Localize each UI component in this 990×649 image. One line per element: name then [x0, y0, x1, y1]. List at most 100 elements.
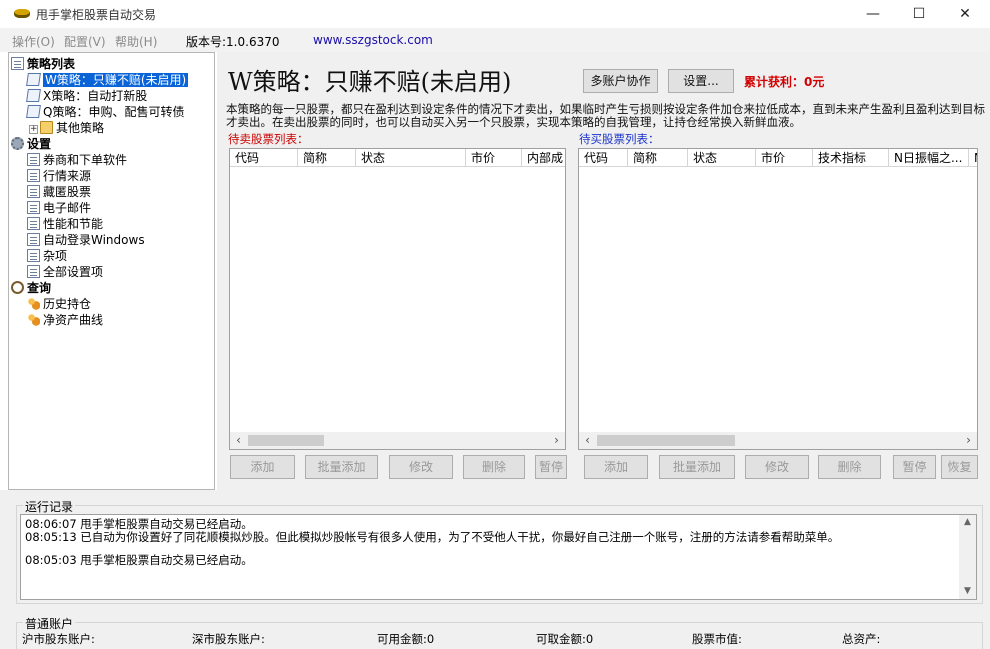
- minimize-button[interactable]: —: [850, 0, 896, 28]
- buy-table-header: 代码 简称 状态 市价 技术指标 N日振幅之... N: [579, 149, 977, 167]
- tree-item-auto-login[interactable]: 自动登录Windows: [27, 232, 145, 248]
- tree-item-email[interactable]: 电子邮件: [27, 200, 91, 216]
- title-bar: 甩手掌柜股票自动交易 — ☐ ✕: [0, 0, 990, 28]
- tree-item-q-strategy[interactable]: Q策略：申购、配售可转债: [26, 104, 184, 120]
- available-amount: 可用金额:0: [377, 632, 435, 646]
- document-icon: [27, 185, 40, 198]
- sell-table-header: 代码 简称 状态 市价 内部成: [230, 149, 565, 167]
- strategy-description: 本策略的每一只股票，都只在盈利达到设定条件的情况下才卖出，如果临时产生亏损则按设…: [226, 102, 985, 129]
- scroll-right-icon[interactable]: ›: [960, 432, 977, 449]
- document-icon: [27, 265, 40, 278]
- folder-icon: [40, 121, 53, 134]
- column-header[interactable]: N日振幅之...: [889, 149, 969, 167]
- log-line: 08:05:03 甩手掌柜股票自动交易已经启动。: [25, 553, 253, 567]
- column-header[interactable]: 内部成: [522, 149, 565, 167]
- sell-batch-add-button[interactable]: 批量添加: [305, 455, 378, 479]
- buy-stock-table[interactable]: 代码 简称 状态 市价 技术指标 N日振幅之... N ‹ ›: [578, 148, 978, 450]
- document-icon: [27, 233, 40, 246]
- gear-icon: [11, 137, 24, 150]
- scroll-thumb[interactable]: [248, 435, 324, 446]
- multi-account-button[interactable]: 多账户协作: [583, 69, 658, 93]
- column-header[interactable]: 状态: [356, 149, 466, 167]
- tree-header-query[interactable]: 查询: [11, 280, 51, 296]
- version-label: 版本号:1.0.6370: [186, 35, 280, 49]
- tree-item-quote-source[interactable]: 行情来源: [27, 168, 91, 184]
- buy-pause-button[interactable]: 暂停: [893, 455, 936, 479]
- sell-edit-button[interactable]: 修改: [389, 455, 453, 479]
- tree-item-all-settings[interactable]: 全部设置项: [27, 264, 103, 280]
- note-icon: [26, 105, 41, 118]
- buy-resume-button[interactable]: 恢复: [941, 455, 978, 479]
- app-logo-icon: [14, 9, 30, 18]
- withdrawable-amount: 可取金额:0: [536, 632, 594, 646]
- scroll-left-icon[interactable]: ‹: [579, 432, 596, 449]
- scroll-left-icon[interactable]: ‹: [230, 432, 247, 449]
- buy-batch-add-button[interactable]: 批量添加: [659, 455, 735, 479]
- log-vertical-scrollbar[interactable]: ▲ ▼: [959, 515, 976, 599]
- total-assets: 总资产:: [842, 632, 881, 646]
- column-header[interactable]: 状态: [688, 149, 756, 167]
- menu-config[interactable]: 配置(V): [64, 33, 106, 50]
- document-icon: [27, 201, 40, 214]
- document-icon: [27, 217, 40, 230]
- people-icon: [27, 313, 40, 326]
- menu-operate[interactable]: 操作(O): [12, 33, 55, 50]
- close-button[interactable]: ✕: [942, 0, 988, 28]
- tree-item-hidden-stocks[interactable]: 藏匿股票: [27, 184, 91, 200]
- sell-pause-button[interactable]: 暂停: [535, 455, 567, 479]
- menu-bar: 操作(O) 配置(V) 帮助(H) 版本号:1.0.6370 www.sszgs…: [0, 28, 990, 52]
- column-header[interactable]: 简称: [628, 149, 688, 167]
- note-icon: [26, 73, 41, 86]
- tree-item-history[interactable]: 历史持仓: [27, 296, 91, 312]
- menu-help[interactable]: 帮助(H): [115, 33, 157, 50]
- buy-add-button[interactable]: 添加: [584, 455, 648, 479]
- column-header[interactable]: 市价: [466, 149, 522, 167]
- buy-horizontal-scrollbar[interactable]: ‹ ›: [579, 432, 977, 449]
- tree-item-broker[interactable]: 券商和下单软件: [27, 152, 127, 168]
- sell-horizontal-scrollbar[interactable]: ‹ ›: [230, 432, 565, 449]
- buy-edit-button[interactable]: 修改: [745, 455, 809, 479]
- column-header[interactable]: 代码: [230, 149, 298, 167]
- total-profit: 累计获利：0元: [744, 75, 825, 89]
- stock-market-value: 股票市值:: [692, 632, 742, 646]
- navigation-tree: 策略列表 W策略：只赚不赔(未启用) X策略：自动打新股 Q策略：申购、配售可转…: [8, 52, 215, 490]
- column-header[interactable]: 市价: [756, 149, 813, 167]
- scroll-right-icon[interactable]: ›: [548, 432, 565, 449]
- maximize-button[interactable]: ☐: [896, 0, 942, 28]
- tree-item-x-strategy[interactable]: X策略：自动打新股: [26, 88, 147, 104]
- tree-item-other-strategies[interactable]: + 其他策略: [29, 120, 104, 136]
- scroll-down-icon[interactable]: ▼: [959, 584, 976, 599]
- sell-add-button[interactable]: 添加: [230, 455, 295, 479]
- tree-item-misc[interactable]: 杂项: [27, 248, 67, 264]
- expand-icon[interactable]: +: [29, 125, 38, 134]
- settings-button[interactable]: 设置...: [668, 69, 734, 93]
- strategy-title: W策略：只赚不赔(未启用): [228, 68, 512, 96]
- column-header[interactable]: 简称: [298, 149, 356, 167]
- scroll-thumb[interactable]: [597, 435, 735, 446]
- document-icon: [27, 169, 40, 182]
- magnifier-icon: [11, 281, 24, 294]
- sh-account-label: 沪市股东账户:: [22, 632, 95, 646]
- tree-item-performance[interactable]: 性能和节能: [27, 216, 103, 232]
- buy-delete-button[interactable]: 删除: [818, 455, 881, 479]
- sell-stock-table[interactable]: 代码 简称 状态 市价 内部成 ‹ ›: [229, 148, 566, 450]
- run-log-title: 运行记录: [23, 498, 76, 515]
- tree-header-strategies[interactable]: 策略列表: [11, 56, 75, 72]
- scroll-up-icon[interactable]: ▲: [959, 515, 976, 530]
- account-group: 普通账户: [16, 615, 983, 649]
- column-header[interactable]: 代码: [579, 149, 628, 167]
- note-icon: [26, 89, 41, 102]
- sell-delete-button[interactable]: 删除: [463, 455, 525, 479]
- tree-header-settings[interactable]: 设置: [11, 136, 51, 152]
- document-icon: [27, 153, 40, 166]
- tree-item-net-asset-curve[interactable]: 净资产曲线: [27, 312, 103, 328]
- document-icon: [11, 57, 24, 70]
- column-header[interactable]: N: [969, 149, 977, 167]
- document-icon: [27, 249, 40, 262]
- tree-item-w-strategy[interactable]: W策略：只赚不赔(未启用): [26, 72, 189, 88]
- website-link[interactable]: www.sszgstock.com: [313, 33, 433, 47]
- buy-list-label: 待买股票列表：: [579, 132, 660, 146]
- run-log-textbox[interactable]: 08:06:07 甩手掌柜股票自动交易已经启动。 08:05:13 已自动为你设…: [20, 514, 977, 600]
- people-icon: [27, 297, 40, 310]
- column-header[interactable]: 技术指标: [813, 149, 889, 167]
